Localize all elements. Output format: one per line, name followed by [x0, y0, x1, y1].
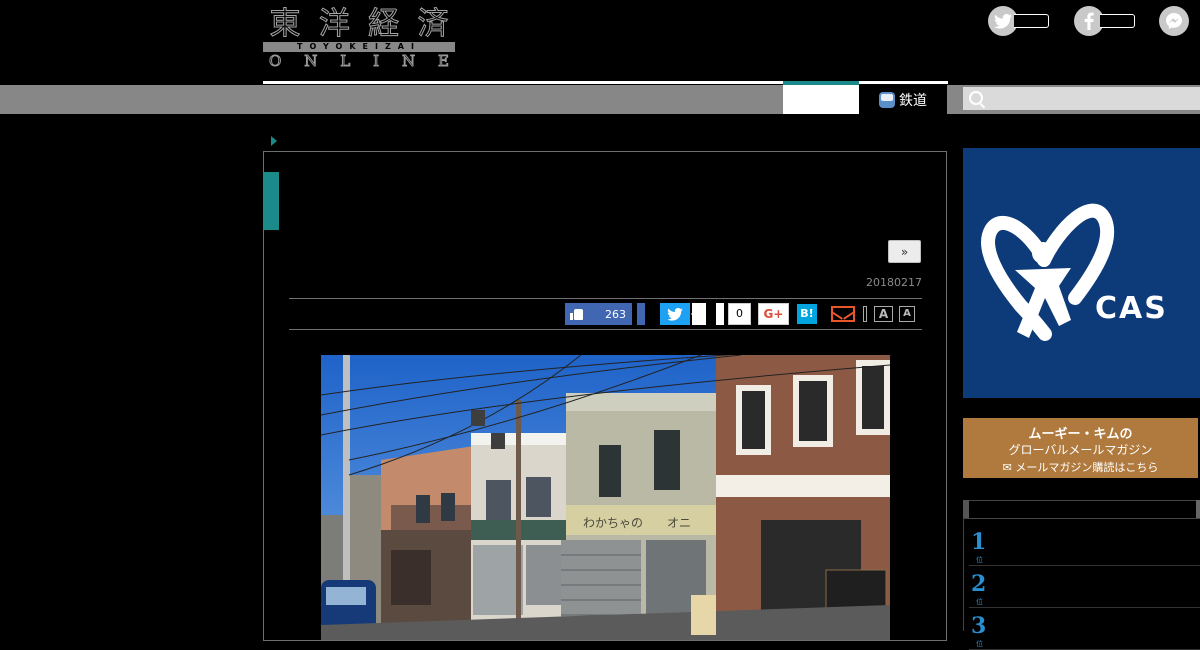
- font-size-large-button[interactable]: A: [874, 306, 893, 322]
- ranking-header-marker-right: [1196, 500, 1200, 518]
- train-icon: [879, 91, 895, 108]
- cas-brand-text: CAS: [1095, 291, 1168, 326]
- hatena-bookmark-count: 0: [728, 303, 751, 325]
- shop-sign-text-2: オニ: [667, 516, 691, 530]
- facebook-like-count: 263: [605, 307, 626, 321]
- ranking-number: 1: [971, 529, 987, 555]
- article-date: 20180217: [866, 276, 922, 289]
- nav-tab-railway[interactable]: 鉄道: [859, 85, 947, 114]
- mail-icon[interactable]: [831, 306, 855, 322]
- print-icon[interactable]: [863, 306, 867, 322]
- mail-magazine-banner[interactable]: ムーギー・キムの グローバルメールマガジン ✉ メールマガジン購読はこちら: [963, 418, 1198, 478]
- ranking-header-marker: [963, 500, 969, 518]
- logo-kanji: 東洋経済: [269, 6, 449, 43]
- twitter-bird-icon: [667, 307, 683, 321]
- mail-magazine-cta: ✉ メールマガジン購読はこちら: [1002, 461, 1159, 474]
- mail-magazine-subtitle: グローバルメールマガジン: [1008, 443, 1153, 457]
- hatena-bookmark-button[interactable]: B!: [797, 304, 817, 324]
- ranking-item[interactable]: 2 位: [969, 567, 1200, 608]
- font-size-small-button[interactable]: A: [899, 306, 915, 322]
- title-accent-bar: [263, 172, 279, 230]
- search-icon: [969, 91, 983, 105]
- cas-advertisement[interactable]: ® CAS: [963, 148, 1200, 398]
- nav-tab-active[interactable]: [783, 85, 859, 114]
- cas-registered-mark: ®: [1070, 293, 1079, 303]
- header-facebook-share[interactable]: [1074, 6, 1135, 36]
- logo-online: ONLINE: [268, 52, 449, 71]
- logo-romaji: TOYOKEIZAI: [263, 42, 455, 52]
- breadcrumb-arrow-icon: [271, 136, 277, 146]
- header-twitter-share[interactable]: [988, 6, 1049, 36]
- search-input[interactable]: [963, 87, 1200, 110]
- tweet-button[interactable]: [660, 303, 690, 325]
- shop-sign-text: わかちゃの: [583, 516, 643, 530]
- nav-tab-railway-label: 鉄道: [899, 92, 927, 109]
- share-divider-top: [289, 298, 922, 299]
- thumbs-up-icon: [570, 308, 584, 320]
- twitter-count: [1014, 14, 1049, 28]
- tweet-count: [691, 303, 706, 325]
- messenger-icon: [1159, 6, 1189, 36]
- header-messenger-share[interactable]: [1159, 6, 1189, 36]
- share-divider-bottom: [289, 329, 922, 330]
- facebook-like-button[interactable]: 263: [565, 303, 632, 325]
- google-plus-button[interactable]: G+: [758, 303, 789, 325]
- ranking-header: [963, 500, 1200, 519]
- hatena-count-tail: [716, 303, 724, 325]
- site-logo[interactable]: 東洋経済 TOYOKEIZAI ONLINE: [263, 6, 455, 71]
- cas-logo-icon: [981, 203, 1115, 341]
- facebook-share-button[interactable]: [637, 303, 645, 325]
- next-page-button[interactable]: »: [888, 240, 921, 263]
- mail-magazine-title: ムーギー・キムの: [1028, 427, 1133, 442]
- facebook-count: [1100, 14, 1135, 28]
- ranking-unit: 位: [976, 598, 983, 606]
- ranking-item[interactable]: 1 位: [969, 525, 1200, 566]
- ranking-number: 3: [971, 613, 987, 639]
- ranking-unit: 位: [976, 640, 983, 648]
- ranking-unit: 位: [976, 556, 983, 564]
- ranking-number: 2: [971, 571, 987, 597]
- article-photo: わかちゃの オニ: [321, 355, 890, 640]
